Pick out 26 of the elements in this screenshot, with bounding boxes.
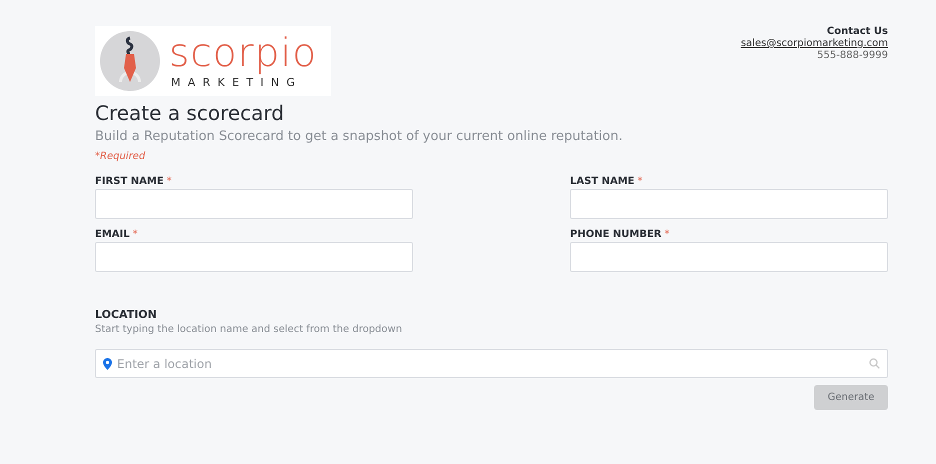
required-mark: * [638,176,643,188]
field-hint: Start typing the location name and select from the dropdown [95,324,404,335]
text-field[interactable] [95,242,413,272]
field-label: EMAIL [95,229,130,241]
field-label: LOCATION [95,308,158,321]
required-mark: * [664,229,670,241]
map-pin-icon [103,358,112,370]
text-field[interactable] [570,242,888,272]
location-field[interactable]: Enter a location [95,349,888,378]
logo-name: scorpio [169,34,318,74]
logo-tagline: MARKETING [171,76,302,88]
phone-number: 555-888-9999 [817,50,888,62]
text-field[interactable] [95,189,413,219]
contact-title: Contact Us [826,26,888,38]
text-field[interactable] [570,189,888,219]
search-icon [869,358,880,369]
required-mark: * [166,176,172,188]
page-subtitle: Build a Reputation Scorecard to get a snapshot of your current online reputation. [95,129,624,145]
field-label: FIRST NAME [95,176,164,188]
required-mark: * [132,229,138,241]
page-heading: Create a scorecard [95,100,285,126]
field-label: PHONE NUMBER [570,229,662,241]
email-link[interactable]: sales@scorpiomarketing.com [740,38,888,50]
required-note: *Required [95,151,146,162]
field-label: LAST NAME [570,176,635,188]
scorpion-emblem-icon [99,30,161,92]
